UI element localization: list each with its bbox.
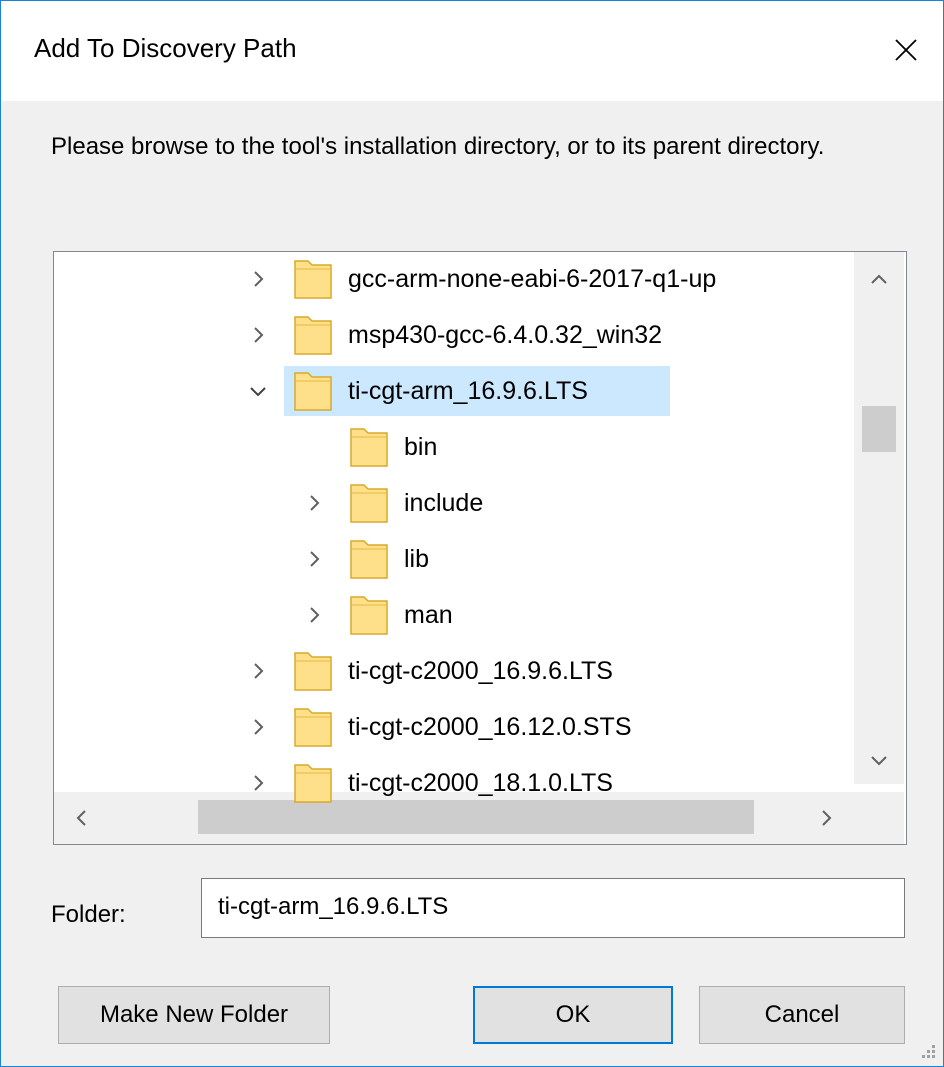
folder-icon	[350, 483, 388, 523]
close-icon	[895, 39, 917, 61]
scroll-down-button[interactable]	[859, 740, 899, 780]
tree-item-label: msp430-gcc-6.4.0.32_win32	[348, 320, 663, 349]
tree-item-label: include	[404, 488, 484, 517]
expand-chevron-icon[interactable]	[246, 659, 270, 683]
no-expander	[302, 435, 326, 459]
expand-chevron-icon[interactable]	[246, 771, 270, 795]
tree-item[interactable]: ti-cgt-c2000_16.9.6.LTS	[246, 646, 613, 696]
tree-item[interactable]: lib	[302, 534, 429, 584]
tree-item-label: gcc-arm-none-eabi-6-2017-q1-up	[348, 264, 717, 293]
horizontal-scrollbar[interactable]	[54, 792, 854, 844]
chevron-left-icon	[76, 810, 86, 826]
folder-icon	[294, 707, 332, 747]
folder-icon	[294, 651, 332, 691]
dialog-title: Add To Discovery Path	[34, 33, 297, 63]
tree-item[interactable]: include	[302, 478, 483, 528]
tree-item-label: ti-cgt-c2000_16.9.6.LTS	[348, 656, 613, 685]
scroll-left-button[interactable]	[62, 798, 102, 838]
chevron-right-icon	[822, 810, 832, 826]
collapse-chevron-icon[interactable]	[246, 379, 270, 403]
folder-icon	[350, 539, 388, 579]
folder-icon	[294, 315, 332, 355]
cancel-button[interactable]: Cancel	[699, 986, 905, 1044]
expand-chevron-icon[interactable]	[302, 603, 326, 627]
folder-icon	[294, 259, 332, 299]
tree-item[interactable]: ti-cgt-arm_16.9.6.LTS	[246, 366, 670, 416]
close-button[interactable]	[881, 25, 931, 75]
title-bar[interactable]: Add To Discovery Path	[1, 1, 943, 101]
ok-button[interactable]: OK	[473, 986, 673, 1044]
scroll-corner	[854, 792, 904, 844]
tree-item[interactable]: ti-cgt-c2000_16.12.0.STS	[246, 702, 632, 752]
tree-item-label: ti-cgt-c2000_18.1.0.LTS	[348, 768, 613, 797]
tree-item-label: lib	[404, 544, 430, 573]
vertical-scrollbar[interactable]	[854, 252, 904, 784]
expand-chevron-icon[interactable]	[302, 491, 326, 515]
expand-chevron-icon[interactable]	[302, 547, 326, 571]
scroll-right-button[interactable]	[806, 798, 846, 838]
expand-chevron-icon[interactable]	[246, 715, 270, 739]
tree-item[interactable]: bin	[302, 422, 437, 472]
tree-item[interactable]: msp430-gcc-6.4.0.32_win32	[246, 310, 662, 360]
folder-icon	[350, 427, 388, 467]
expand-chevron-icon[interactable]	[246, 323, 270, 347]
horizontal-scroll-thumb[interactable]	[198, 800, 754, 834]
folder-input[interactable]: ti-cgt-arm_16.9.6.LTS	[201, 878, 905, 938]
instructions-text: Please browse to the tool's installation…	[51, 133, 825, 160]
tree-item-label: ti-cgt-arm_16.9.6.LTS	[348, 376, 588, 405]
folder-icon	[294, 763, 332, 803]
tree-item[interactable]: gcc-arm-none-eabi-6-2017-q1-up	[246, 254, 716, 304]
chevron-down-icon	[871, 756, 887, 766]
folder-tree[interactable]: gcc-arm-none-eabi-6-2017-q1-up msp430-gcc…	[53, 251, 907, 845]
expand-chevron-icon[interactable]	[246, 267, 270, 291]
folder-icon	[294, 371, 332, 411]
tree-item-label: bin	[404, 432, 438, 461]
chevron-up-icon	[871, 274, 887, 284]
tree-item-label: ti-cgt-c2000_16.12.0.STS	[348, 712, 632, 741]
folder-icon	[350, 595, 388, 635]
add-to-discovery-path-dialog: Add To Discovery Path Please browse to t…	[0, 0, 944, 1067]
folder-label: Folder:	[51, 901, 126, 928]
tree-item-label: man	[404, 600, 453, 629]
resize-grip-icon[interactable]	[913, 1036, 937, 1060]
make-new-folder-button[interactable]: Make New Folder	[58, 986, 330, 1044]
vertical-scroll-thumb[interactable]	[862, 406, 896, 452]
tree-item[interactable]: man	[302, 590, 453, 640]
scroll-up-button[interactable]	[859, 260, 899, 300]
